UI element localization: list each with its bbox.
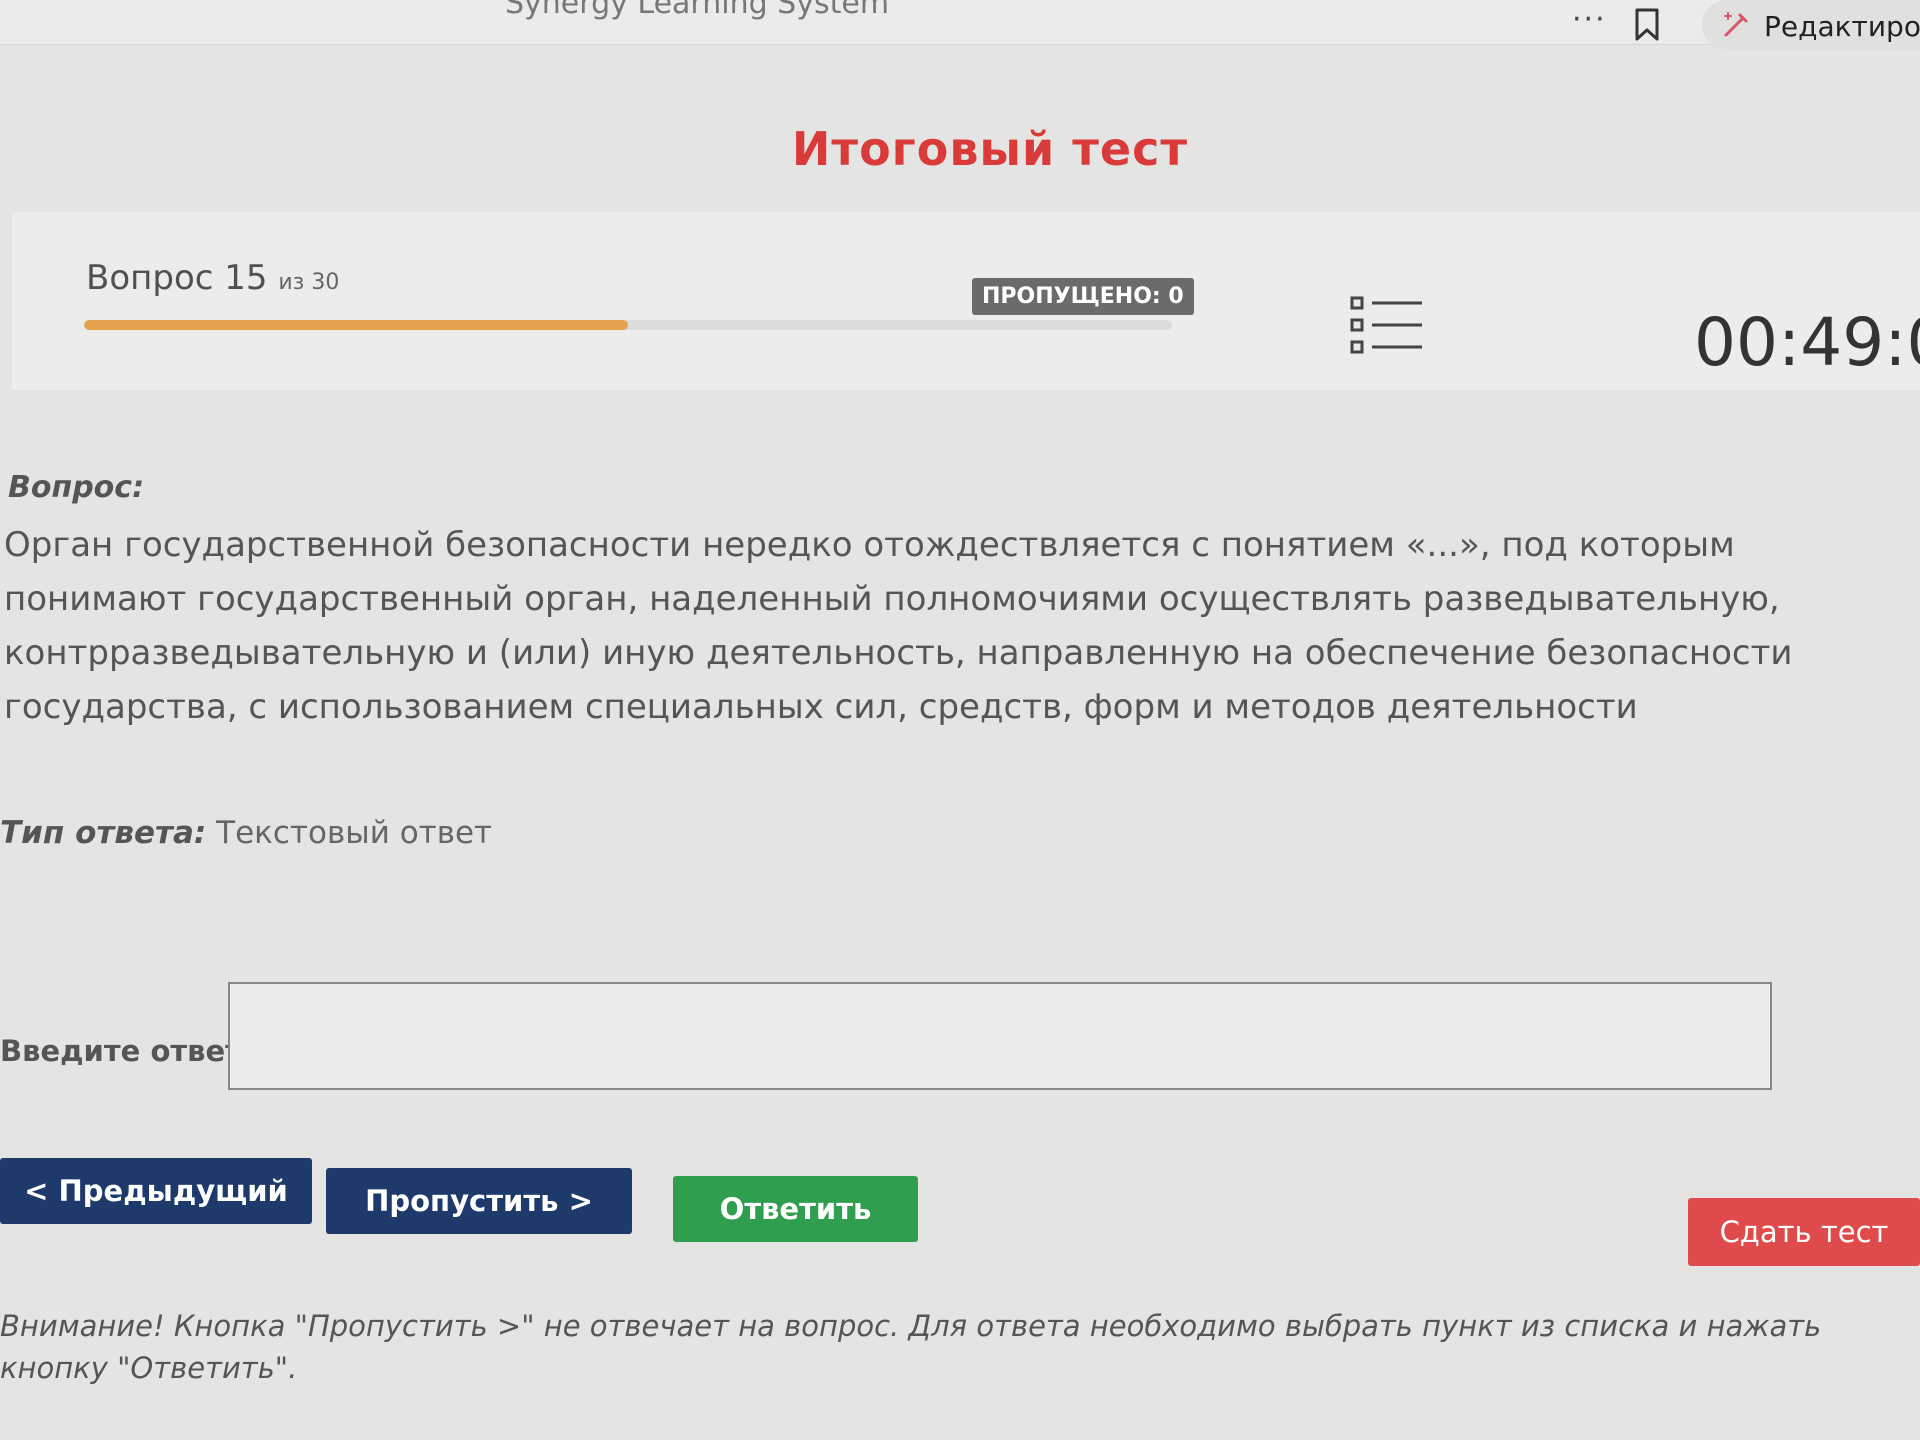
answer-input[interactable] [228, 982, 1772, 1090]
question-list-icon[interactable] [1350, 294, 1424, 356]
page-title: Итоговый тест [791, 122, 1189, 176]
question-text: Орган государственной безопасности неред… [4, 525, 1793, 727]
question-label: Вопрос: [8, 470, 145, 505]
answer-input-label: Введите ответ: [0, 1034, 254, 1068]
answer-type: Тип ответа: Текстовый ответ [0, 815, 492, 851]
browser-toolbar: Synergy Learning System ··· Редактиро [0, 0, 1920, 50]
submit-test-button[interactable]: Сдать тест [1688, 1198, 1920, 1266]
edit-button[interactable]: Редактиро [1702, 0, 1920, 50]
progress-bar [84, 320, 1172, 330]
question-total: из 30 [278, 270, 340, 295]
skipped-badge: ПРОПУЩЕНО: 0 [972, 278, 1194, 315]
answer-type-label: Тип ответа: [0, 815, 207, 851]
edit-button-label: Редактиро [1764, 10, 1920, 43]
test-status-panel: Вопрос 15 из 30 ПРОПУЩЕНО: 0 00:49:03 [12, 212, 1920, 390]
answer-type-value: Текстовый ответ [216, 815, 493, 851]
bookmark-icon[interactable] [1634, 8, 1660, 42]
question-counter: Вопрос 15 из 30 [86, 258, 339, 298]
browser-tab-title: Synergy Learning System [505, 0, 890, 21]
previous-button[interactable]: < Предыдущий [0, 1158, 312, 1224]
timer: 00:49:03 [1694, 304, 1920, 381]
question-number: Вопрос 15 [86, 258, 268, 298]
answer-button[interactable]: Ответить [673, 1176, 918, 1242]
more-options-icon[interactable]: ··· [1572, 2, 1607, 37]
pen-sparkle-icon [1724, 12, 1748, 37]
skip-button[interactable]: Пропустить > [326, 1168, 632, 1234]
progress-bar-fill [84, 320, 628, 330]
notice-text: Внимание! Кнопка "Пропустить >" не отвеч… [0, 1309, 1822, 1385]
